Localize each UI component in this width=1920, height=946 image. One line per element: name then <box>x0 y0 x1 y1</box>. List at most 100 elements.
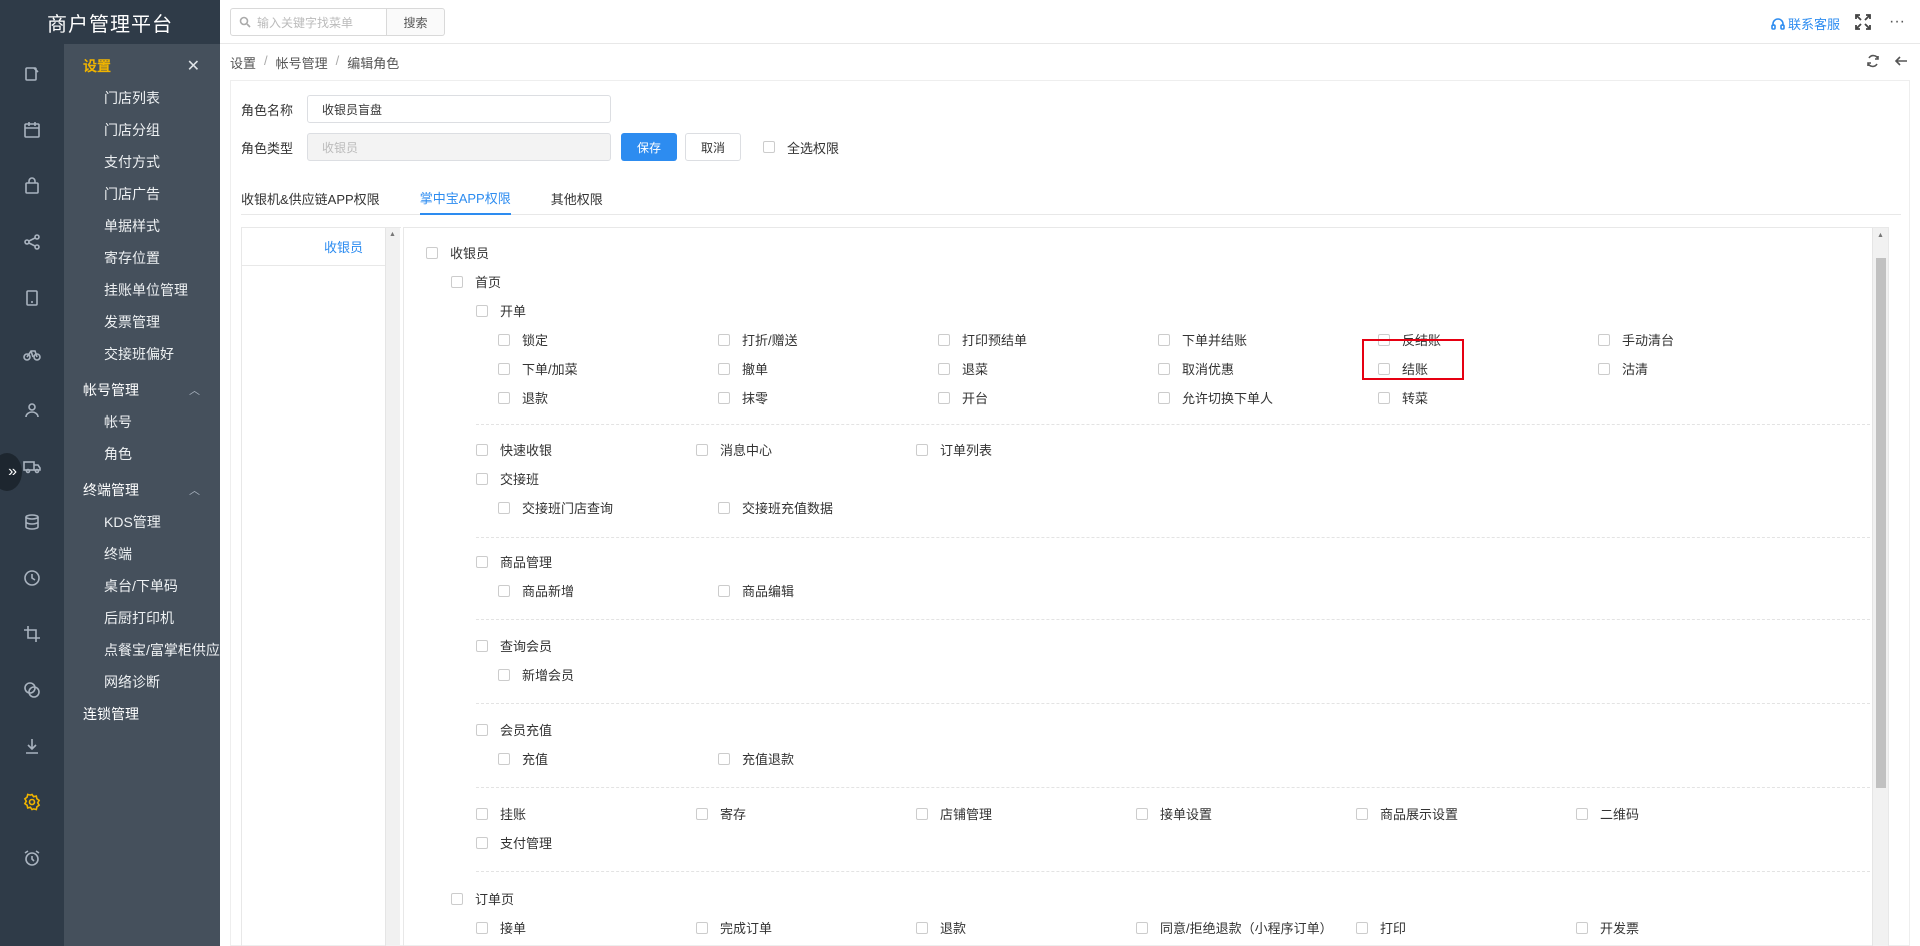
save-button[interactable]: 保存 <box>621 133 677 161</box>
contact-support-link[interactable]: 联系客服 <box>1771 14 1840 33</box>
checkbox[interactable] <box>718 333 730 346</box>
permission-checkbox[interactable]: 下单并结账 <box>1158 330 1247 349</box>
permission-checkbox[interactable]: 允许切换下单人 <box>1158 388 1273 407</box>
checkbox[interactable] <box>1158 391 1170 404</box>
checkbox[interactable] <box>718 584 730 597</box>
permission-checkbox[interactable]: 充值退款 <box>718 749 794 768</box>
download-icon[interactable] <box>18 732 46 760</box>
sidebar-item-store-list[interactable]: 门店列表 <box>64 82 220 114</box>
checkbox[interactable] <box>1378 391 1390 404</box>
database-icon[interactable] <box>18 508 46 536</box>
permission-checkbox[interactable]: 快速收银 <box>476 440 552 459</box>
checkbox[interactable] <box>1576 921 1588 934</box>
checkbox[interactable] <box>498 333 510 346</box>
checkbox[interactable] <box>476 443 488 456</box>
permission-checkbox[interactable]: 订单列表 <box>916 440 992 459</box>
breadcrumb-item[interactable]: 帐号管理 <box>276 53 328 72</box>
permission-checkbox[interactable]: 会员充值 <box>476 720 552 739</box>
sidebar-group-terminal[interactable]: 终端管理 ︿ <box>64 474 220 506</box>
checkbox[interactable] <box>938 391 950 404</box>
sidebar-item-credit-unit[interactable]: 挂账单位管理 <box>64 274 220 306</box>
permission-checkbox[interactable]: 支付管理 <box>476 833 552 852</box>
checkbox[interactable] <box>476 807 488 820</box>
permission-checkbox[interactable]: 开单 <box>476 301 526 320</box>
role-name-field[interactable]: 收银员盲盘 <box>307 95 611 123</box>
permission-checkbox[interactable]: 转菜 <box>1378 388 1428 407</box>
permission-checkbox[interactable]: 沽清 <box>1598 359 1648 378</box>
share-icon[interactable] <box>18 228 46 256</box>
permission-checkbox[interactable]: 商品编辑 <box>718 581 794 600</box>
close-icon[interactable]: ✕ <box>187 56 200 76</box>
permission-checkbox[interactable]: 寄存 <box>696 804 746 823</box>
permission-checkbox[interactable]: 接单设置 <box>1136 804 1212 823</box>
search-input[interactable]: 输入关键字找菜单 <box>230 8 387 36</box>
permission-checkbox[interactable]: 商品新增 <box>498 581 574 600</box>
sidebar-item-store-group[interactable]: 门店分组 <box>64 114 220 146</box>
tab-other[interactable]: 其他权限 <box>551 181 603 215</box>
checkbox[interactable] <box>1356 807 1368 820</box>
permission-checkbox[interactable]: 挂账 <box>476 804 526 823</box>
sidebar-item-network[interactable]: 网络诊断 <box>64 666 220 698</box>
permission-checkbox[interactable]: 开发票 <box>1576 918 1639 937</box>
permission-checkbox[interactable]: 交接班 <box>476 469 539 488</box>
back-arrow-icon[interactable] <box>1894 54 1908 68</box>
checkbox[interactable] <box>476 921 488 934</box>
checkbox[interactable] <box>476 836 488 849</box>
checkbox[interactable] <box>916 807 928 820</box>
tab-pos-app[interactable]: 收银机&供应链APP权限 <box>241 181 380 215</box>
permission-checkbox[interactable]: 手动清台 <box>1598 330 1674 349</box>
layers-icon[interactable] <box>18 676 46 704</box>
permission-checkbox[interactable]: 新增会员 <box>498 665 574 684</box>
permission-checkbox[interactable]: 二维码 <box>1576 804 1639 823</box>
checkbox[interactable] <box>1136 807 1148 820</box>
checkbox[interactable] <box>916 443 928 456</box>
truck-icon[interactable] <box>18 452 46 480</box>
checkbox[interactable] <box>1598 362 1610 375</box>
checkbox[interactable] <box>451 892 463 905</box>
user-icon[interactable] <box>18 396 46 424</box>
checkbox[interactable] <box>476 723 488 736</box>
checkbox[interactable] <box>696 443 708 456</box>
checkbox[interactable] <box>938 362 950 375</box>
clock-icon[interactable] <box>18 564 46 592</box>
permission-checkbox[interactable]: 完成订单 <box>696 918 772 937</box>
permission-checkbox[interactable]: 收银员 <box>426 243 489 262</box>
permission-checkbox[interactable]: 打印 <box>1356 918 1406 937</box>
tablet-icon[interactable] <box>18 284 46 312</box>
checkbox[interactable] <box>1136 921 1148 934</box>
permission-checkbox[interactable]: 首页 <box>451 272 501 291</box>
permission-checkbox[interactable]: 同意/拒绝退款（小程序订单） <box>1136 918 1333 937</box>
sidebar-item-kitchen-printer[interactable]: 后厨打印机 <box>64 602 220 634</box>
sidebar-item-pos-supply[interactable]: 点餐宝/富掌柜供应 <box>64 634 220 666</box>
checkbox[interactable] <box>476 304 488 317</box>
checkbox[interactable] <box>498 584 510 597</box>
permission-checkbox[interactable]: 打印预结单 <box>938 330 1027 349</box>
checkbox[interactable] <box>498 362 510 375</box>
checkbox[interactable] <box>696 807 708 820</box>
checkbox[interactable] <box>476 639 488 652</box>
sidebar-group-account[interactable]: 帐号管理 ︿ <box>64 374 220 406</box>
checkbox[interactable] <box>763 141 775 153</box>
checkbox[interactable] <box>718 752 730 765</box>
permission-checkbox[interactable]: 退款 <box>498 388 548 407</box>
checkbox[interactable] <box>718 501 730 514</box>
checkbox[interactable] <box>718 362 730 375</box>
checkbox[interactable] <box>426 246 438 259</box>
permission-checkbox[interactable]: 交接班门店查询 <box>498 498 613 517</box>
permission-checkbox[interactable]: 退菜 <box>938 359 988 378</box>
checkbox[interactable] <box>476 472 488 485</box>
sidebar-item-payment[interactable]: 支付方式 <box>64 146 220 178</box>
search-button[interactable]: 搜索 <box>387 8 445 36</box>
select-all-checkbox[interactable]: 全选权限 <box>763 138 839 157</box>
checkbox[interactable] <box>718 391 730 404</box>
document-icon[interactable] <box>18 60 46 88</box>
permission-checkbox[interactable]: 下单/加菜 <box>498 359 578 378</box>
permission-checkbox[interactable]: 开台 <box>938 388 988 407</box>
permission-checkbox[interactable]: 店铺管理 <box>916 804 992 823</box>
checkbox[interactable] <box>1158 333 1170 346</box>
scrollbar[interactable]: ▲ <box>1872 228 1888 946</box>
role-item-cashier[interactable]: 收银员 <box>242 228 385 266</box>
checkbox[interactable] <box>1598 333 1610 346</box>
checkbox[interactable] <box>938 333 950 346</box>
sidebar-item-store-ads[interactable]: 门店广告 <box>64 178 220 210</box>
